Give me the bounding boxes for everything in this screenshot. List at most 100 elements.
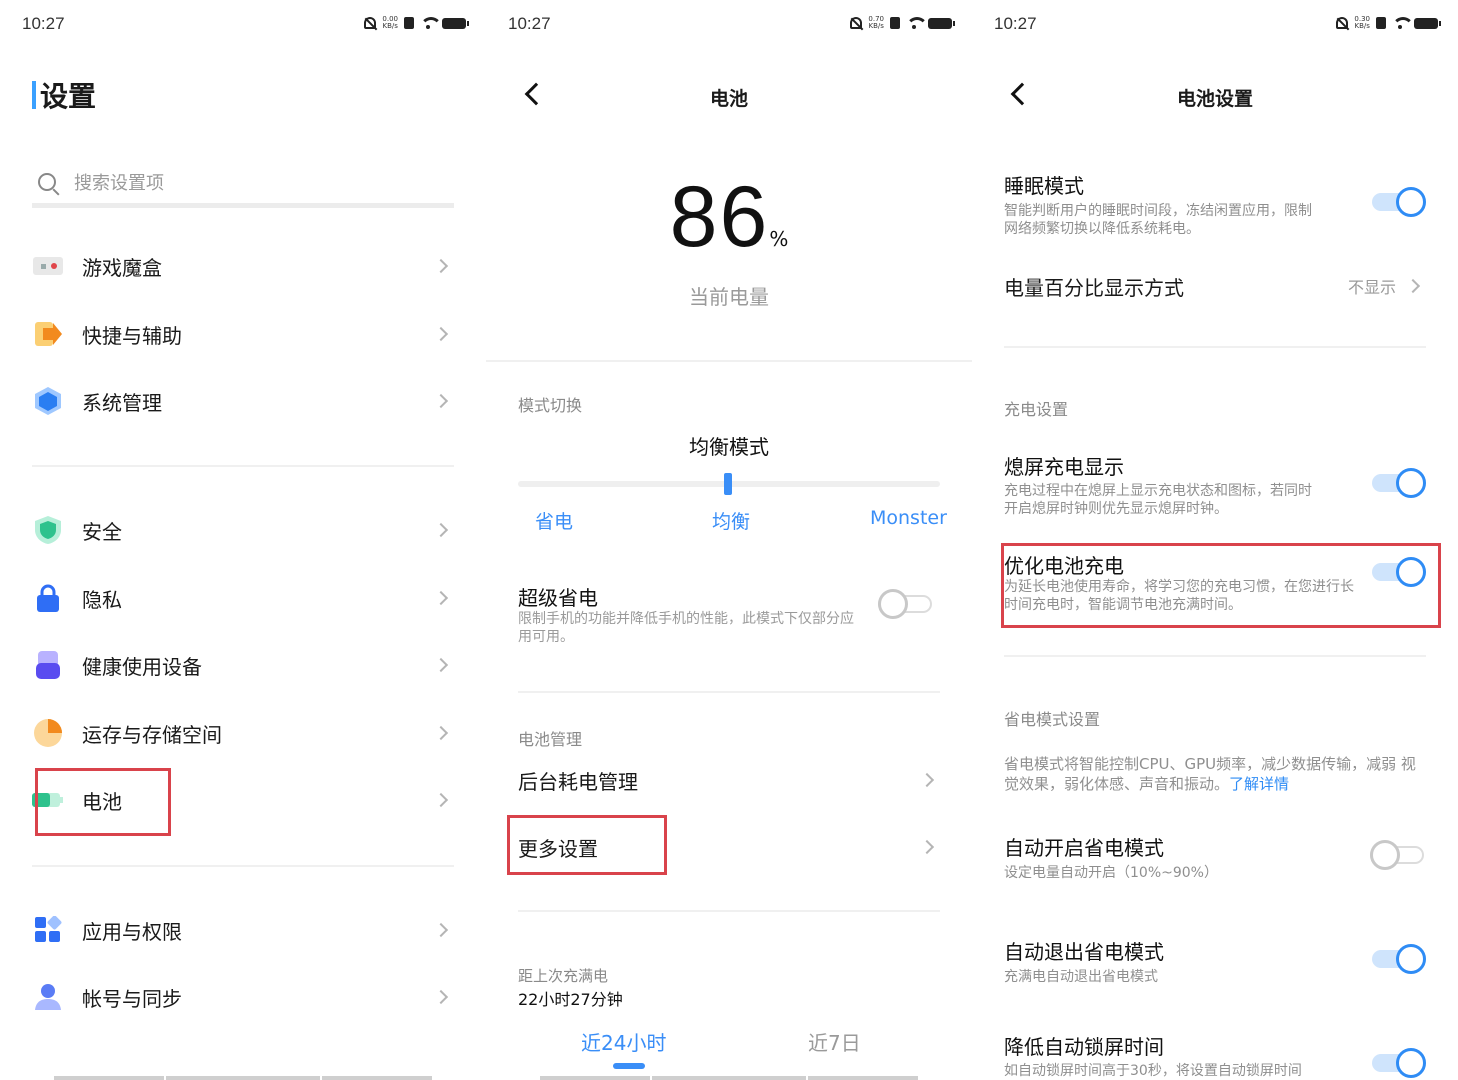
tab-7d[interactable]: 近7日 (808, 1027, 861, 1056)
chevron-right-icon (433, 657, 449, 673)
section-divider (518, 691, 940, 693)
status-time: 10:27 (22, 14, 65, 33)
battery-settings-screen: 10:27 0.30 KB/s 电池设置 睡眠模式 智能判断用户的睡眠时间段，冻结… (972, 0, 1458, 1080)
percentage-display-row[interactable]: 电量百分比显示方式 不显示 (1004, 256, 1426, 316)
auto-off-desc: 充满电自动退出省电模式 (1004, 969, 1158, 985)
scroll-indicator (322, 1076, 432, 1080)
scroll-indicator (54, 1076, 164, 1080)
battery-status-icon (928, 17, 955, 29)
super-save-toggle[interactable] (878, 589, 932, 619)
settings-item-shortcuts[interactable]: 快捷与辅助 (32, 304, 454, 364)
search-icon (38, 172, 56, 191)
battery-status-icon (1414, 17, 1441, 29)
section-divider (518, 910, 940, 912)
settings-item-game-box[interactable]: 游戏魔盒 (32, 236, 454, 296)
settings-item-apps[interactable]: 应用与权限 (32, 900, 454, 960)
search-placeholder: 搜索设置项 (74, 172, 164, 194)
settings-screen: 10:27 0.00KB/s 设置 搜索设置项 游戏魔盒 快捷与辅助 系统管理 (0, 0, 486, 1080)
chevron-right-icon (433, 326, 449, 342)
chevron-right-icon (1405, 278, 1421, 294)
settings-item-privacy[interactable]: 隐私 (32, 568, 454, 628)
network-speed: 0.30 KB/s (1354, 15, 1370, 30)
sleep-mode-desc: 智能判断用户的睡眠时间段，冻结闲置应用，限制网络频繁切换以降低系统耗电。 (1004, 203, 1312, 237)
manage-section-label: 电池管理 (518, 730, 583, 749)
nav-bar: 电池设置 (972, 78, 1458, 114)
mute-bell-icon (364, 17, 377, 29)
percentage-caption: 当前电量 (689, 285, 769, 309)
nav-bar: 电池 (486, 78, 972, 114)
scroll-indicator (652, 1076, 806, 1080)
screenoff-charge-desc: 充电过程中在熄屏上显示充电状态和图标，若同时开启熄屏时钟则优先显示熄屏时钟。 (1004, 483, 1312, 517)
scroll-indicator (166, 1076, 320, 1080)
section-divider (1004, 655, 1426, 657)
battery-screen: 10:27 0.70 KB/s 电池 86% 当前电量 模式切换 均衡模式 省电 … (486, 0, 972, 1080)
group-divider (32, 465, 454, 467)
settings-item-system[interactable]: 系统管理 (32, 371, 454, 431)
settings-item-health[interactable]: 健康使用设备 (32, 635, 454, 695)
powersave-section-label: 省电模式设置 (1004, 710, 1101, 729)
group-divider (32, 865, 454, 867)
mode-slider-thumb[interactable] (724, 473, 732, 495)
mute-bell-icon (850, 17, 863, 29)
auto-on-title: 自动开启省电模式 (1004, 836, 1164, 860)
mode-option-balanced[interactable]: 均衡 (712, 507, 750, 534)
status-bar: 10:27 0.00 KB/s (22, 12, 469, 36)
powersave-desc: 省电模式将智能控制CPU、GPU频率，减少数据传输，减弱 视觉效果，弱化体感、声… (1004, 755, 1416, 793)
battery-percentage: 86% (669, 169, 789, 265)
super-save-title: 超级省电 (518, 586, 598, 610)
user-icon (32, 981, 64, 1013)
search-input[interactable]: 搜索设置项 (32, 160, 454, 208)
status-bar: 10:27 0.70 KB/s (508, 12, 955, 36)
screenoff-charge-toggle[interactable] (1372, 468, 1426, 498)
tab-24h[interactable]: 近24小时 (581, 1027, 666, 1056)
lock-time-toggle[interactable] (1372, 1048, 1426, 1078)
sim-icon (1376, 17, 1386, 29)
since-full-value: 22小时27分钟 (518, 990, 623, 1009)
lock-icon (32, 582, 64, 614)
page-title: 设置 (32, 78, 96, 113)
lock-time-desc: 如自动锁屏时间高于30秒，将设置自动锁屏时间 (1004, 1063, 1302, 1079)
current-mode: 均衡模式 (689, 435, 769, 459)
section-divider (1004, 346, 1426, 348)
tab-indicator (613, 1063, 645, 1069)
percentage-display-value: 不显示 (1347, 278, 1396, 297)
sleep-mode-title: 睡眠模式 (1004, 174, 1084, 198)
game-box-icon (32, 250, 64, 282)
chevron-right-icon (433, 258, 449, 274)
chevron-right-icon (433, 725, 449, 741)
mute-bell-icon (1336, 17, 1349, 29)
sleep-mode-toggle[interactable] (1372, 187, 1426, 217)
highlight-box-more-settings (507, 815, 667, 875)
background-power-mgmt[interactable]: 后台耗电管理 (518, 750, 940, 810)
auto-on-desc: 设定电量自动开启（10%~90%） (1004, 865, 1218, 881)
auto-off-title: 自动退出省电模式 (1004, 940, 1164, 964)
chevron-right-icon (433, 792, 449, 808)
page-title: 电池 (709, 88, 748, 110)
settings-item-account[interactable]: 帐号与同步 (32, 967, 454, 1027)
status-bar: 10:27 0.30 KB/s (994, 12, 1441, 36)
page-title: 电池设置 (1176, 88, 1253, 110)
highlight-box-optimize-charge (1001, 543, 1441, 628)
section-divider (486, 360, 972, 362)
mode-section-label: 模式切换 (518, 396, 583, 415)
settings-item-storage[interactable]: 运存与存储空间 (32, 703, 454, 763)
chevron-right-icon (433, 590, 449, 606)
settings-item-security[interactable]: 安全 (32, 500, 454, 560)
auto-on-toggle[interactable] (1370, 840, 1424, 870)
chevron-right-icon (919, 772, 935, 788)
screenoff-charge-title: 熄屏充电显示 (1004, 455, 1124, 479)
hexagon-icon (32, 385, 64, 417)
lock-time-title: 降低自动锁屏时间 (1004, 1035, 1164, 1059)
scroll-indicator (540, 1076, 650, 1080)
wifi-icon (420, 17, 442, 29)
chevron-right-icon (433, 922, 449, 938)
mode-option-save[interactable]: 省电 (535, 507, 573, 534)
since-full-label: 距上次充满电 (518, 967, 609, 985)
battery-status-icon (442, 17, 469, 29)
shield-icon (32, 514, 64, 546)
sim-icon (404, 17, 414, 29)
apps-grid-icon (32, 914, 64, 946)
auto-off-toggle[interactable] (1372, 944, 1426, 974)
mode-option-monster[interactable]: Monster (870, 507, 947, 529)
learn-more-link[interactable]: 了解详情 (1229, 775, 1289, 793)
